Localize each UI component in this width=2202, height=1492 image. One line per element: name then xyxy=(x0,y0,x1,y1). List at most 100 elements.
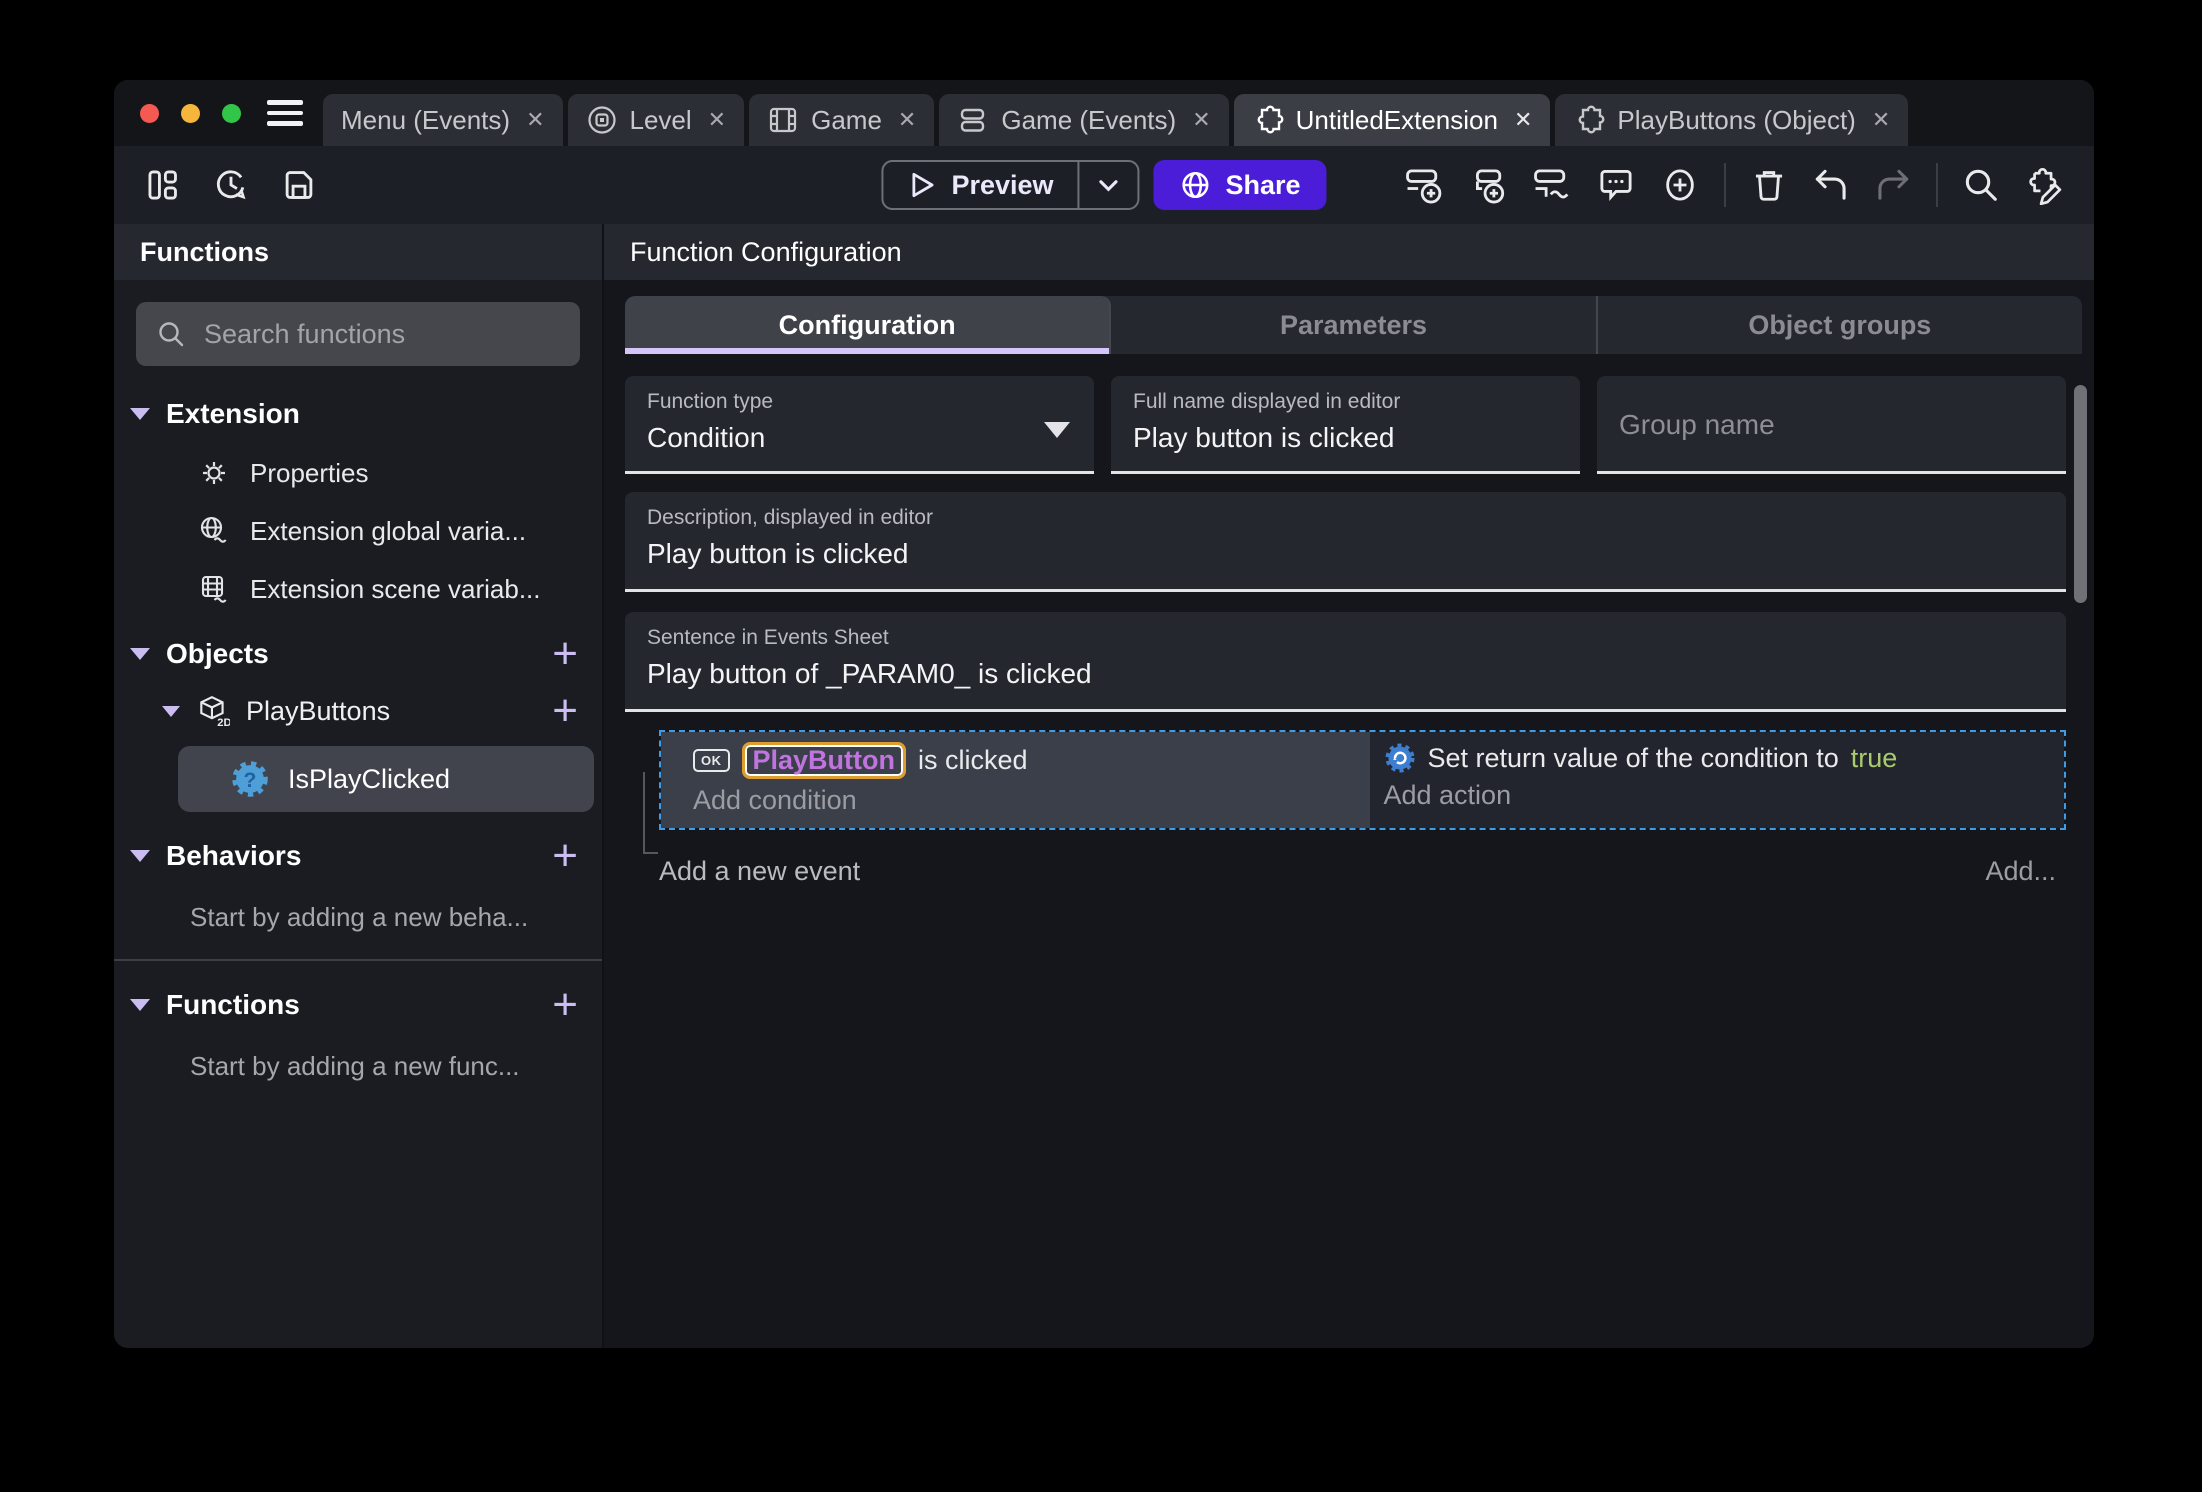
svg-text:?: ? xyxy=(244,769,257,792)
tab-menu-events[interactable]: Menu (Events) ✕ xyxy=(323,94,563,146)
delete-icon[interactable] xyxy=(1750,166,1788,204)
project-manager-icon[interactable] xyxy=(144,166,182,204)
configuration-content: Function type Condition Full name displa… xyxy=(604,354,2094,1348)
edit-extension-icon[interactable] xyxy=(2024,165,2064,205)
close-tab-icon[interactable]: ✕ xyxy=(898,107,916,133)
add-new-event-button[interactable]: Add a new event xyxy=(659,856,860,887)
sidebar-item-extension-scene-variables[interactable]: Extension scene variab... xyxy=(114,560,602,618)
traffic-lights xyxy=(140,103,241,123)
event-row[interactable]: OK PlayButton is clicked Add condition S… xyxy=(659,730,2066,830)
save-icon[interactable] xyxy=(280,166,318,204)
search-functions-input[interactable] xyxy=(204,318,560,350)
chevron-down-icon xyxy=(130,999,150,1011)
redo-icon[interactable] xyxy=(1874,166,1912,204)
sidebar-item-isplayclicked[interactable]: ? IsPlayClicked xyxy=(178,746,594,812)
close-tab-icon[interactable]: ✕ xyxy=(1872,107,1890,133)
events-sheet-icon xyxy=(957,104,989,136)
condition-text: is clicked xyxy=(918,745,1028,775)
tab-game[interactable]: Game ✕ xyxy=(749,94,935,146)
add-more-button[interactable]: Add... xyxy=(1985,856,2056,887)
tab-label: UntitledExtension xyxy=(1295,104,1498,135)
chevron-down-icon xyxy=(1096,172,1122,198)
tab-untitled-extension[interactable]: UntitledExtension ✕ xyxy=(1233,94,1551,146)
description-field[interactable]: Description, displayed in editor Play bu… xyxy=(625,492,2066,592)
share-button[interactable]: Share xyxy=(1153,160,1327,210)
vertical-scrollbar[interactable] xyxy=(2074,385,2087,603)
undo-icon[interactable] xyxy=(1812,166,1850,204)
object-2d-icon: 2D xyxy=(196,694,230,728)
chevron-down-icon xyxy=(130,408,150,420)
extension-puzzle-icon xyxy=(1573,104,1605,136)
tab-level[interactable]: Level ✕ xyxy=(567,94,745,146)
tab-game-events[interactable]: Game (Events) ✕ xyxy=(939,94,1229,146)
titlebar: Menu (Events) ✕ Level ✕ Game ✕ Game (Eve… xyxy=(114,80,2094,146)
close-tab-icon[interactable]: ✕ xyxy=(708,107,726,133)
section-functions[interactable]: Functions + xyxy=(114,969,602,1035)
close-tab-icon[interactable]: ✕ xyxy=(1514,107,1532,133)
tab-object-groups[interactable]: Object groups xyxy=(1598,296,2082,354)
tab-label: Game (Events) xyxy=(1001,104,1177,135)
sidebar-divider xyxy=(114,959,602,961)
sidebar-item-properties[interactable]: Properties xyxy=(114,444,602,502)
sentence-value: Play button of _PARAM0_ is clicked xyxy=(647,658,1092,689)
scene-icon xyxy=(586,104,618,136)
main-menu-icon[interactable] xyxy=(267,100,303,126)
chevron-down-icon xyxy=(162,705,180,717)
sentence-field[interactable]: Sentence in Events Sheet Play button of … xyxy=(625,612,2066,712)
globe-variable-icon xyxy=(198,515,230,547)
svg-text:2D: 2D xyxy=(217,717,230,728)
object-group-playbuttons[interactable]: 2D PlayButtons + xyxy=(114,684,602,738)
sidebar-item-extension-global-variables[interactable]: Extension global varia... xyxy=(114,502,602,560)
section-extension[interactable]: Extension xyxy=(114,378,602,444)
add-condition-button[interactable]: Add condition xyxy=(693,785,1370,816)
set-return-value-icon xyxy=(1384,742,1416,774)
close-tab-icon[interactable]: ✕ xyxy=(1192,107,1210,133)
add-event-icon[interactable] xyxy=(1404,165,1444,205)
actions-cell[interactable]: Set return value of the condition to tru… xyxy=(1369,732,2065,828)
close-window-button[interactable] xyxy=(140,103,159,123)
maximize-window-button[interactable] xyxy=(222,103,241,123)
extension-puzzle-icon xyxy=(1252,104,1284,136)
tab-label: Game xyxy=(811,104,882,135)
full-name-value: Play button is clicked xyxy=(1133,422,1395,453)
button-object-icon: OK xyxy=(693,749,730,772)
add-other-event-icon[interactable] xyxy=(1532,165,1572,205)
add-function-button[interactable]: + xyxy=(552,983,578,1027)
add-behavior-button[interactable]: + xyxy=(552,834,578,878)
full-name-field[interactable]: Full name displayed in editor Play butto… xyxy=(1111,376,1580,474)
function-configuration-panel: Function Configuration Configuration Par… xyxy=(604,224,2094,1348)
section-objects[interactable]: Objects + xyxy=(114,618,602,684)
comment-icon[interactable] xyxy=(1596,165,1636,205)
event-tree-guide xyxy=(643,772,658,854)
search-icon[interactable] xyxy=(1962,166,2000,204)
minimize-window-button[interactable] xyxy=(181,103,200,123)
section-behaviors[interactable]: Behaviors + xyxy=(114,820,602,886)
conditions-cell[interactable]: OK PlayButton is clicked Add condition xyxy=(661,732,1370,828)
add-subevent-icon[interactable] xyxy=(1468,165,1508,205)
search-icon xyxy=(156,319,186,349)
action-value: true xyxy=(1850,742,1898,773)
tab-configuration[interactable]: Configuration xyxy=(625,296,1112,354)
chevron-down-icon xyxy=(130,648,150,660)
search-functions-box[interactable] xyxy=(136,302,580,366)
add-action-button[interactable]: Add action xyxy=(1384,780,2065,811)
add-object-button[interactable]: + xyxy=(552,632,578,676)
tab-label: Menu (Events) xyxy=(341,104,511,135)
chevron-down-icon xyxy=(130,850,150,862)
tab-label: Level xyxy=(629,104,692,135)
function-type-select[interactable]: Function type Condition xyxy=(625,376,1094,474)
preview-options-button[interactable] xyxy=(1077,162,1138,208)
add-circle-icon[interactable] xyxy=(1660,165,1700,205)
group-name-input[interactable] xyxy=(1619,408,2044,441)
condition-object-chip[interactable]: PlayButton xyxy=(741,742,907,779)
close-tab-icon[interactable]: ✕ xyxy=(526,107,544,133)
history-icon[interactable] xyxy=(212,166,250,204)
events-sheet: OK PlayButton is clicked Add condition S… xyxy=(639,730,2066,887)
add-object-function-button[interactable]: + xyxy=(552,689,578,733)
tab-parameters[interactable]: Parameters xyxy=(1111,296,1598,354)
preview-button[interactable]: Preview xyxy=(883,162,1077,208)
group-name-field[interactable] xyxy=(1597,376,2066,474)
dropdown-caret-icon xyxy=(1044,421,1070,438)
panel-title: Function Configuration xyxy=(604,224,2094,280)
tab-playbuttons-object[interactable]: PlayButtons (Object) ✕ xyxy=(1555,94,1909,146)
